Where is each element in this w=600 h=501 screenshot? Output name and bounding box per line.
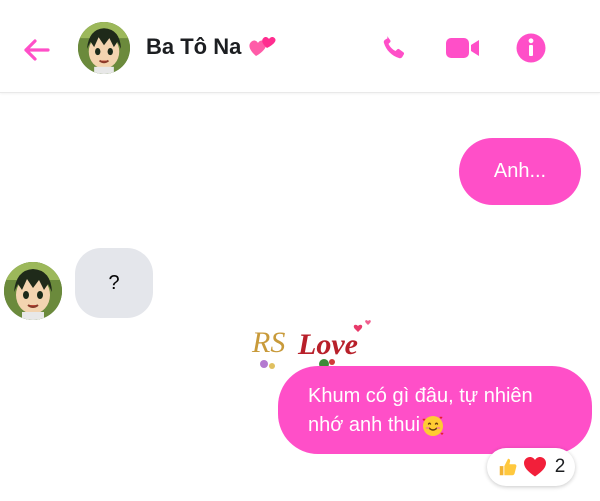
message-text-line: nhớ anh thui: [308, 414, 421, 436]
message-text-line: Khum có gì đâu, tự nhiên: [308, 385, 533, 407]
info-button[interactable]: [513, 30, 549, 66]
reaction-count: 2: [554, 456, 566, 477]
smiling-face-with-hearts-icon: [421, 414, 445, 438]
contact-name-text: Ba Tô Na: [146, 34, 242, 59]
message-text: Anh...: [493, 160, 547, 182]
info-icon: [516, 33, 546, 63]
chat-header: Ba Tô Na: [0, 0, 600, 93]
phone-icon: [383, 36, 405, 59]
thumbs-up-icon: [497, 456, 519, 478]
contact-name[interactable]: Ba Tô Na: [146, 34, 277, 60]
anime-avatar-image: [78, 22, 130, 74]
back-button[interactable]: [16, 30, 56, 70]
arrow-left-icon: [24, 39, 50, 61]
sender-avatar[interactable]: [4, 262, 62, 320]
sticker-text: Love: [297, 328, 358, 361]
incoming-message-bubble[interactable]: ?: [75, 248, 153, 318]
video-camera-icon: [446, 38, 479, 58]
contact-avatar[interactable]: [78, 22, 130, 74]
two-hearts-icon: [247, 34, 277, 60]
message-reactions[interactable]: 2: [487, 448, 575, 486]
outgoing-message-bubble[interactable]: Khum có gì đâu, tự nhiên nhớ anh thui: [278, 366, 592, 454]
message-text: ?: [108, 271, 120, 294]
chat-screen: Ba Tô Na Anh... ? RS Love Khum có gì đâu…: [0, 0, 600, 501]
sticker-initials: RS: [251, 326, 285, 359]
call-button[interactable]: [376, 30, 412, 66]
video-call-button[interactable]: [445, 30, 481, 66]
outgoing-message-bubble[interactable]: Anh...: [459, 138, 581, 205]
heart-icon: [523, 456, 547, 478]
anime-avatar-image: [4, 262, 62, 320]
